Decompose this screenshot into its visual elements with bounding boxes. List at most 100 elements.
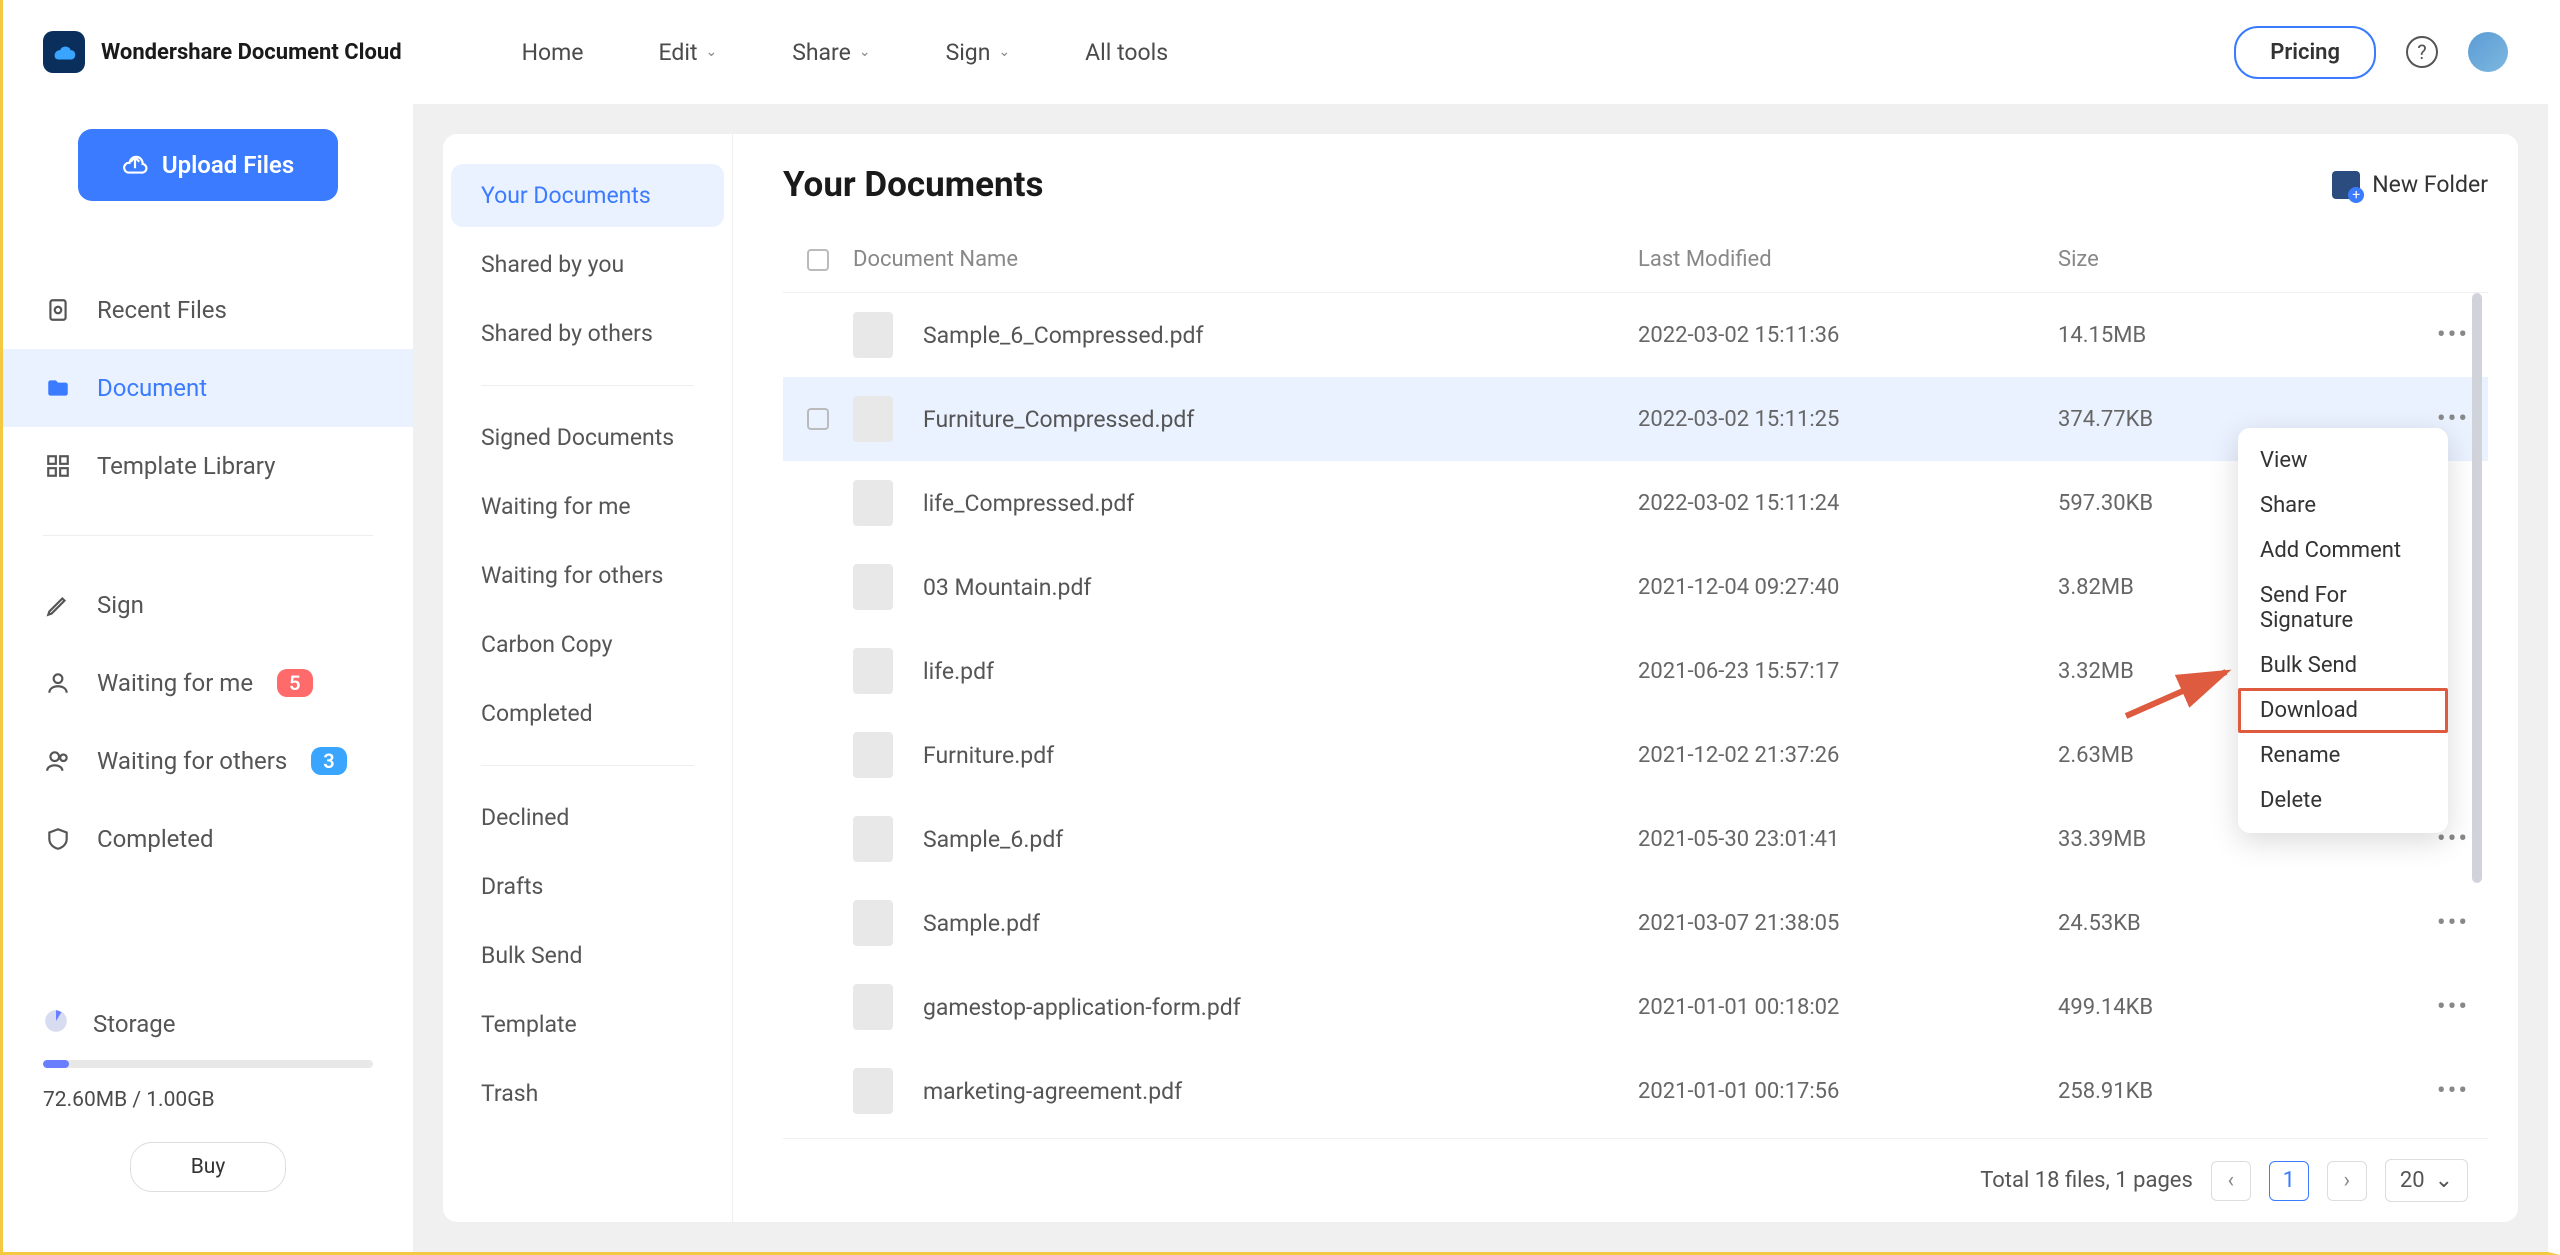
col-name[interactable]: Document Name <box>853 247 1638 272</box>
row-checkbox[interactable] <box>807 408 829 430</box>
sidebar-sign[interactable]: Sign <box>3 566 413 644</box>
subnav-shared-by-others[interactable]: Shared by others <box>451 302 724 365</box>
side-list-sign: Sign Waiting for me 5 Waiting for others… <box>3 566 413 878</box>
file-thumbnail <box>853 1068 893 1114</box>
page-size-select[interactable]: 20⌄ <box>2385 1159 2468 1202</box>
sidebar-waiting-me[interactable]: Waiting for me 5 <box>3 644 413 722</box>
nav-home[interactable]: Home <box>522 39 584 66</box>
ctx-share[interactable]: Share <box>2238 483 2448 528</box>
help-icon[interactable]: ? <box>2406 36 2438 68</box>
next-page-button[interactable]: › <box>2327 1161 2367 1201</box>
subnav-trash[interactable]: Trash <box>451 1062 724 1125</box>
file-name: life_Compressed.pdf <box>923 490 1134 517</box>
divider <box>43 535 373 536</box>
subnav-your-documents[interactable]: Your Documents <box>451 164 724 227</box>
col-modified[interactable]: Last Modified <box>1638 247 2058 272</box>
ctx-view[interactable]: View <box>2238 438 2448 483</box>
ctx-bulk-send[interactable]: Bulk Send <box>2238 643 2448 688</box>
nav-share[interactable]: Share⌄ <box>792 39 870 66</box>
table-row[interactable]: Sample_6_Compressed.pdf 2022-03-02 15:11… <box>783 293 2488 377</box>
more-icon[interactable]: ••• <box>2437 320 2469 350</box>
prev-page-button[interactable]: ‹ <box>2211 1161 2251 1201</box>
header-right: Pricing ? <box>2234 26 2508 79</box>
file-thumbnail <box>853 396 893 442</box>
app-root: Wondershare Document Cloud Home Edit⌄ Sh… <box>0 0 2560 1255</box>
table-head: Document Name Last Modified Size <box>783 235 2488 293</box>
nav-sign[interactable]: Sign⌄ <box>946 39 1011 66</box>
buy-button[interactable]: Buy <box>130 1142 287 1192</box>
table-row[interactable]: Sample_6.pdf 2021-05-30 23:01:41 33.39MB… <box>783 797 2488 881</box>
sidebar-template-library[interactable]: Template Library <box>3 427 413 505</box>
select-all-col <box>783 249 853 271</box>
subnav-carbon-copy[interactable]: Carbon Copy <box>451 613 724 676</box>
sidebar-document[interactable]: Document <box>3 349 413 427</box>
subnav-waiting-for-me[interactable]: Waiting for me <box>451 475 724 538</box>
table-row[interactable]: Furniture.pdf 2021-12-02 21:37:26 2.63MB <box>783 713 2488 797</box>
file-modified: 2022-03-02 15:11:25 <box>1638 407 2058 432</box>
content: Your Documents New Folder Document Name … <box>733 134 2518 1222</box>
subnav-drafts[interactable]: Drafts <box>451 855 724 918</box>
footer-summary: Total 18 files, 1 pages <box>1980 1168 2193 1193</box>
user-icon <box>43 668 73 698</box>
scrollbar[interactable] <box>2472 293 2482 901</box>
subnav-waiting-for-others[interactable]: Waiting for others <box>451 544 724 607</box>
sidebar-completed[interactable]: Completed <box>3 800 413 878</box>
page-title: Your Documents <box>783 164 1043 205</box>
pricing-button[interactable]: Pricing <box>2234 26 2376 79</box>
more-icon[interactable]: ••• <box>2437 908 2469 938</box>
file-name: Furniture_Compressed.pdf <box>923 406 1194 433</box>
file-name: 03 Mountain.pdf <box>923 574 1091 601</box>
table-row[interactable]: Sample.pdf 2021-03-07 21:38:05 24.53KB •… <box>783 881 2488 965</box>
file-thumbnail <box>853 480 893 526</box>
nav-edit[interactable]: Edit⌄ <box>659 39 718 66</box>
ctx-send-signature[interactable]: Send For Signature <box>2238 573 2448 643</box>
table-row[interactable]: marketing-agreement.pdf 2021-01-01 00:17… <box>783 1049 2488 1133</box>
nav-all-tools[interactable]: All tools <box>1085 39 1168 66</box>
ctx-rename[interactable]: Rename <box>2238 733 2448 778</box>
cloud-upload-icon <box>122 152 148 178</box>
side-list: Recent Files Document Template Library <box>3 271 413 505</box>
select-all-checkbox[interactable] <box>807 249 829 271</box>
ctx-download[interactable]: Download <box>2238 688 2448 733</box>
file-modified: 2021-01-01 00:17:56 <box>1638 1079 2058 1104</box>
storage-fill <box>43 1060 69 1068</box>
subnav-bulk-send[interactable]: Bulk Send <box>451 924 724 987</box>
table-row[interactable]: Furniture_Compressed.pdf 2022-03-02 15:1… <box>783 377 2488 461</box>
table-row[interactable]: pdf wondershare example.pdf 2020-12-15 2… <box>783 1133 2488 1138</box>
file-name: Furniture.pdf <box>923 742 1054 769</box>
brand-text: Wondershare Document Cloud <box>101 40 402 65</box>
ctx-add-comment[interactable]: Add Comment <box>2238 528 2448 573</box>
sidebar-recent-files[interactable]: Recent Files <box>3 271 413 349</box>
more-icon[interactable]: ••• <box>2437 992 2469 1022</box>
subnav-shared-by-you[interactable]: Shared by you <box>451 233 724 296</box>
file-name: gamestop-application-form.pdf <box>923 994 1241 1021</box>
subnav-completed[interactable]: Completed <box>451 682 724 745</box>
table-row[interactable]: 03 Mountain.pdf 2021-12-04 09:27:40 3.82… <box>783 545 2488 629</box>
table-row[interactable]: life_Compressed.pdf 2022-03-02 15:11:24 … <box>783 461 2488 545</box>
new-folder-button[interactable]: New Folder <box>2332 171 2488 199</box>
file-modified: 2022-03-02 15:11:24 <box>1638 491 2058 516</box>
file-modified: 2021-03-07 21:38:05 <box>1638 911 2058 936</box>
subnav-signed-documents[interactable]: Signed Documents <box>451 406 724 469</box>
upload-button[interactable]: Upload Files <box>78 129 338 201</box>
chevron-down-icon: ⌄ <box>998 44 1010 60</box>
file-name: marketing-agreement.pdf <box>923 1078 1182 1105</box>
col-size[interactable]: Size <box>2058 247 2418 272</box>
file-modified: 2022-03-02 15:11:36 <box>1638 323 2058 348</box>
sidebar-waiting-others[interactable]: Waiting for others 3 <box>3 722 413 800</box>
page-number[interactable]: 1 <box>2269 1161 2309 1201</box>
file-name: Sample_6_Compressed.pdf <box>923 322 1204 349</box>
avatar[interactable] <box>2468 32 2508 72</box>
ctx-delete[interactable]: Delete <box>2238 778 2448 823</box>
new-folder-icon <box>2332 171 2360 199</box>
body: Upload Files Recent Files Document Templ… <box>3 104 2548 1252</box>
scroll-thumb[interactable] <box>2472 293 2482 883</box>
file-thumbnail <box>853 312 893 358</box>
subnav-template[interactable]: Template <box>451 993 724 1056</box>
brand[interactable]: Wondershare Document Cloud <box>43 31 402 73</box>
subnav-declined[interactable]: Declined <box>451 786 724 849</box>
annotation-arrow-icon <box>2118 664 2238 724</box>
more-icon[interactable]: ••• <box>2437 1076 2469 1106</box>
file-thumbnail <box>853 564 893 610</box>
table-row[interactable]: gamestop-application-form.pdf 2021-01-01… <box>783 965 2488 1049</box>
